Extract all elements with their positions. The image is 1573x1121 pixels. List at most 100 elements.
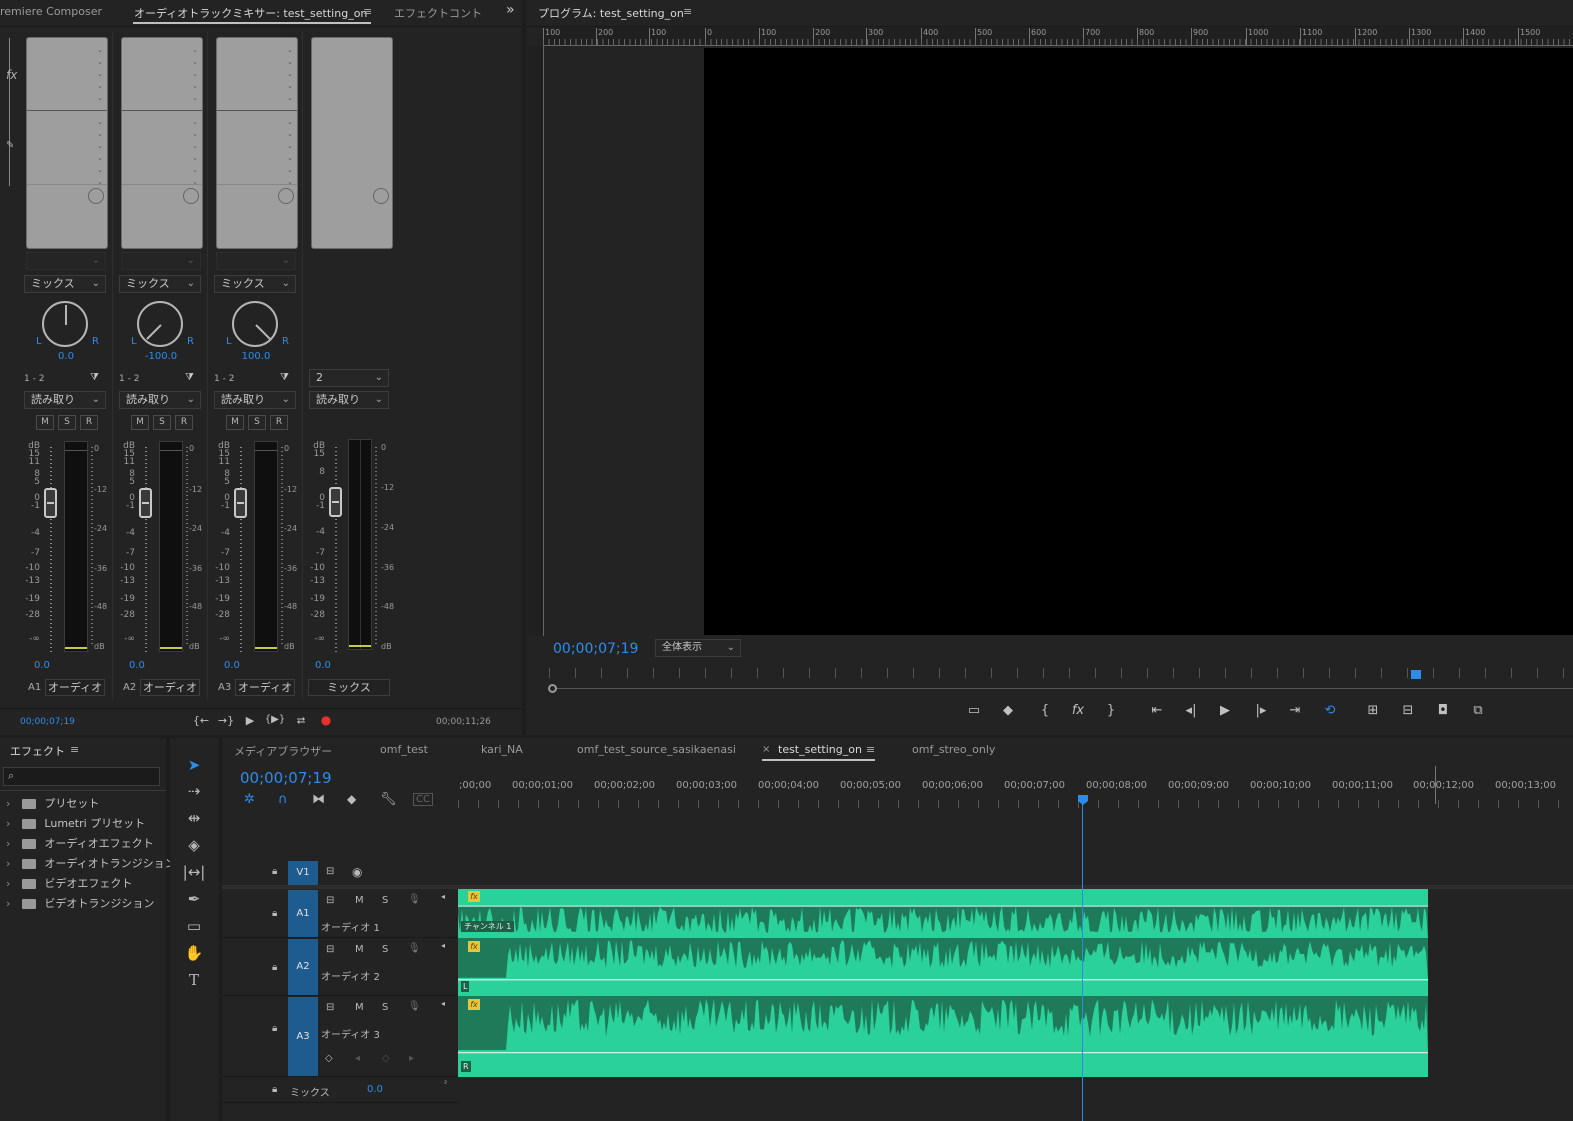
fx-badge-a2[interactable]: fx: [468, 941, 480, 952]
tab-audio-track-mixer[interactable]: オーディオトラックミキサー: test_setting_on: [134, 5, 367, 21]
ripple-edit-tool-icon[interactable]: ⇹: [182, 806, 206, 830]
prev-keyframe-icon[interactable]: ◂: [355, 1053, 360, 1064]
play-button[interactable]: ▶: [238, 714, 262, 727]
fx-badge-a1[interactable]: fx: [468, 891, 480, 902]
rectangle-tool-icon[interactable]: ▭: [182, 914, 206, 938]
safe-margins-icon[interactable]: ▭: [962, 703, 986, 718]
comparison-view-icon[interactable]: ⧉: [1466, 703, 1490, 718]
mix-track-volume[interactable]: 0.0: [367, 1084, 383, 1095]
sequence-tab[interactable]: kari_NA: [481, 743, 523, 756]
track-collapse-icon[interactable]: ◂: [441, 999, 445, 1008]
solo-track-button[interactable]: S: [382, 895, 388, 906]
step-back-icon[interactable]: ◂|: [1179, 703, 1203, 718]
record-enable-button-3[interactable]: R: [270, 415, 288, 430]
routing-icon[interactable]: ⧩: [185, 372, 194, 383]
camera-icon[interactable]: ◘: [1431, 703, 1455, 718]
send-dropdown-1[interactable]: ⌄: [26, 252, 106, 270]
type-tool-icon[interactable]: T: [182, 968, 206, 992]
lock-icon[interactable]: 🔒︎: [272, 866, 277, 877]
record-enable-button-1[interactable]: R: [80, 415, 98, 430]
mark-out-icon[interactable]: }: [1099, 703, 1123, 718]
volume-value-1[interactable]: 0.0: [34, 660, 50, 671]
mute-button-1[interactable]: M: [36, 415, 54, 430]
fx-rack-3[interactable]: ⌄ ⌄ ⌄ ⌄ ⌄ ⌄ ⌄ ⌄ ⌄ ⌄ ⌄: [216, 37, 298, 249]
tab-effect-controls[interactable]: エフェクトコントロ: [394, 5, 482, 21]
send-dropdown-2[interactable]: ⌄: [121, 252, 201, 270]
solo-button-1[interactable]: S: [58, 415, 76, 430]
master-volume-value[interactable]: 0.0: [315, 660, 331, 671]
pan-value-2[interactable]: -100.0: [137, 351, 185, 362]
sync-lock-icon[interactable]: ⊟: [326, 1002, 334, 1013]
routing-icon[interactable]: ⧩: [90, 372, 99, 383]
fx-rack-1[interactable]: ⌄ ⌄ ⌄ ⌄ ⌄ ⌄ ⌄ ⌄ ⌄ ⌄ ⌄: [26, 37, 108, 249]
add-keyframe-icon[interactable]: ◇: [382, 1053, 390, 1064]
effects-folder-item[interactable]: › オーディオエフェクト: [0, 835, 154, 853]
sequence-tab[interactable]: omf_test: [380, 743, 428, 756]
master-volume-fader[interactable]: [329, 487, 342, 517]
mute-track-button[interactable]: M: [355, 944, 364, 955]
step-forward-icon[interactable]: |▸: [1249, 703, 1273, 718]
sequence-tab[interactable]: omf_test_source_sasikaenasi: [577, 743, 736, 756]
hand-tool-icon[interactable]: ✋: [182, 941, 206, 965]
program-timecode[interactable]: 00;00;07;19: [553, 641, 638, 657]
automation-dropdown-3[interactable]: 読み取り ⌄: [214, 391, 296, 409]
add-marker-icon[interactable]: ◆: [996, 703, 1020, 718]
pan-value-1[interactable]: 0.0: [42, 351, 90, 362]
wrench-icon[interactable]: 🔧︎: [380, 792, 397, 807]
routing-icon[interactable]: ⧩: [280, 372, 289, 383]
mixer-current-time[interactable]: 00;00;07;19: [20, 717, 75, 727]
automation-dropdown-1[interactable]: 読み取り ⌄: [24, 391, 106, 409]
track-header-v1[interactable]: [222, 860, 458, 886]
close-tab-icon[interactable]: ×: [762, 744, 770, 755]
track-select-tool-icon[interactable]: ⇢: [182, 779, 206, 803]
volume-value-2[interactable]: 0.0: [129, 660, 145, 671]
record-enable-button-2[interactable]: R: [175, 415, 193, 430]
fx-rack-2[interactable]: ⌄ ⌄ ⌄ ⌄ ⌄ ⌄ ⌄ ⌄ ⌄ ⌄ ⌄: [121, 37, 203, 249]
sequence-tab[interactable]: test_setting_on: [778, 743, 862, 756]
selection-tool-icon[interactable]: ➤: [182, 753, 206, 777]
voiceover-mic-icon[interactable]: 🎙︎: [408, 894, 421, 905]
audio-clip-a3[interactable]: [458, 996, 1428, 1077]
solo-track-button[interactable]: S: [382, 1002, 388, 1013]
volume-value-3[interactable]: 0.0: [224, 660, 240, 671]
goto-out-button[interactable]: →}: [214, 714, 238, 727]
eye-icon[interactable]: ◉: [352, 865, 362, 879]
master-automation-dropdown[interactable]: 読み取り ⌄: [309, 391, 389, 409]
lock-icon[interactable]: 🔒︎: [272, 908, 277, 919]
sequence-tab[interactable]: omf_streo_only: [912, 743, 995, 756]
sync-lock-icon[interactable]: ⊟: [326, 895, 334, 906]
snap-icon[interactable]: ∩: [278, 792, 288, 807]
sequence-tab[interactable]: メディアブラウザー: [234, 743, 332, 759]
effect-mode-dropdown-2[interactable]: ミックス ⌄: [119, 275, 201, 293]
effects-folder-item[interactable]: › ビデオエフェクト: [0, 875, 132, 893]
panel-menu-icon[interactable]: ≡: [683, 5, 692, 18]
slip-tool-icon[interactable]: |↔|: [182, 860, 206, 884]
extract-icon[interactable]: ⊟: [1396, 703, 1420, 718]
volume-fader-2[interactable]: [139, 488, 152, 518]
send-knob[interactable]: [88, 188, 104, 204]
master-send-knob[interactable]: [373, 188, 389, 204]
pen-tool-icon[interactable]: ✒: [182, 887, 206, 911]
pan-knob-2[interactable]: [137, 301, 183, 347]
play-icon[interactable]: ▶: [1213, 703, 1237, 718]
send-knob[interactable]: [183, 188, 199, 204]
panel-overflow-icon[interactable]: »: [506, 2, 515, 18]
fx-icon[interactable]: fx: [1066, 703, 1090, 718]
effects-search-input[interactable]: ⌕: [3, 767, 160, 786]
next-keyframe-icon[interactable]: ▸: [409, 1053, 414, 1064]
timeline-timecode[interactable]: 00;00;07;19: [240, 769, 332, 787]
nest-sequence-icon[interactable]: ✲: [244, 792, 255, 807]
master-routing-dropdown[interactable]: 2 ⌄: [309, 369, 389, 387]
pan-knob-1[interactable]: [42, 301, 88, 347]
fx-badge-a3[interactable]: fx: [468, 999, 480, 1010]
goto-in-button[interactable]: {←: [189, 714, 213, 727]
sync-lock-icon[interactable]: ⊟: [326, 944, 334, 955]
track-collapse-icon[interactable]: ◂: [441, 892, 445, 901]
effects-folder-item[interactable]: › プリセット: [0, 795, 99, 813]
panel-menu-icon[interactable]: ≡: [866, 743, 875, 756]
add-marker-icon[interactable]: ◆: [347, 792, 356, 806]
mute-track-button[interactable]: M: [355, 895, 364, 906]
automation-dropdown-2[interactable]: 読み取り ⌄: [119, 391, 201, 409]
panel-menu-icon[interactable]: ≡: [363, 5, 372, 18]
captions-icon[interactable]: CC: [413, 793, 433, 806]
